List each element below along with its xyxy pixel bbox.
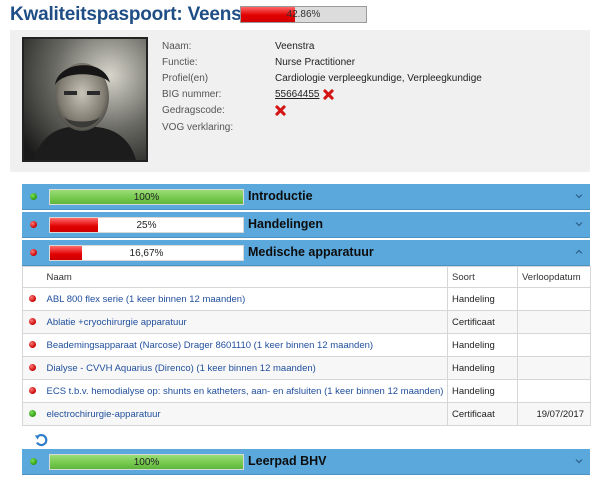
table-row: Beademingsapparaat (Narcose) Drager 8601… xyxy=(22,333,591,357)
table-header-row: Naam Soort Verloopdatum xyxy=(22,266,591,288)
section-progress-bar: 16,67% xyxy=(49,245,244,261)
row-type: Handeling xyxy=(447,333,518,357)
field-functie-value: Nurse Practitioner xyxy=(275,57,356,68)
status-dot-red xyxy=(29,386,37,394)
profile-card: Naam: Veenstra Functie: Nurse Practition… xyxy=(10,30,590,172)
row-type: Certificaat xyxy=(447,402,518,426)
row-status xyxy=(22,356,43,380)
x-mark-icon xyxy=(275,105,286,116)
section-progress-bar: 100% xyxy=(49,189,244,205)
apparatuur-table: Naam Soort Verloopdatum ABL 800 flex ser… xyxy=(22,266,591,426)
row-date xyxy=(517,310,591,334)
row-name-link[interactable]: electrochirurgie-apparatuur xyxy=(42,402,448,426)
row-date xyxy=(517,356,591,380)
field-big-nummer-value-wrap: 55664455 xyxy=(275,89,334,100)
field-profiel-value: Cardiologie verpleegkundige, Verpleegkun… xyxy=(275,73,482,84)
field-profiel-label: Profiel(en) xyxy=(162,73,209,84)
avatar-photo-icon xyxy=(24,39,146,160)
row-name-link[interactable]: Ablatie +cryochirurgie apparatuur xyxy=(42,310,448,334)
row-name-link[interactable]: Beademingsapparaat (Narcose) Drager 8601… xyxy=(42,333,448,357)
column-header-naam[interactable]: Naam xyxy=(42,266,448,288)
status-dot-red xyxy=(29,317,37,325)
section-title: Leerpad BHV xyxy=(248,454,327,468)
chevron-up-icon[interactable] xyxy=(575,248,583,256)
avatar xyxy=(22,37,148,162)
status-dot-green xyxy=(30,458,37,465)
status-dot-red xyxy=(29,340,37,348)
page-title: Kwaliteitspaspoort: Veenstra xyxy=(10,4,266,25)
row-status xyxy=(22,379,43,403)
status-dot-red xyxy=(29,294,37,302)
row-name-link[interactable]: Dialyse - CVVH Aquarius (Direnco) (1 kee… xyxy=(42,356,448,380)
column-header-verloopdatum[interactable]: Verloopdatum xyxy=(517,266,591,288)
section-medische-apparatuur[interactable]: 16,67% Medische apparatuur xyxy=(22,240,590,266)
x-mark-icon xyxy=(323,89,334,100)
row-name-link[interactable]: ECS t.b.v. hemodialyse op: shunts en kat… xyxy=(42,379,448,403)
row-status xyxy=(22,310,43,334)
section-handelingen[interactable]: 25% Handelingen xyxy=(22,212,590,238)
field-functie-label: Functie: xyxy=(162,57,198,68)
section-progress-bar: 100% xyxy=(49,454,244,470)
status-dot-red xyxy=(30,221,37,228)
section-title: Introductie xyxy=(248,189,313,203)
overall-progress-bar: 42.86% xyxy=(240,6,367,23)
section-progress-bar: 25% xyxy=(49,217,244,233)
status-dot-green xyxy=(29,409,37,417)
field-gedragscode-value xyxy=(275,105,286,116)
field-vog-label: VOG verklaring: xyxy=(162,122,234,133)
overall-progress-label: 42.86% xyxy=(286,9,321,20)
row-type: Certificaat xyxy=(447,310,518,334)
row-status xyxy=(22,287,43,311)
section-title: Medische apparatuur xyxy=(248,245,374,259)
table-row: Dialyse - CVVH Aquarius (Direnco) (1 kee… xyxy=(22,356,591,380)
chevron-down-icon[interactable] xyxy=(575,220,583,228)
field-naam-value: Veenstra xyxy=(275,41,315,52)
section-title: Handelingen xyxy=(248,217,324,231)
row-type: Handeling xyxy=(447,287,518,311)
header-status xyxy=(22,266,43,288)
field-gedragscode-label: Gedragscode: xyxy=(162,105,225,116)
big-nummer-link[interactable]: 55664455 xyxy=(275,89,320,100)
row-date xyxy=(517,287,591,311)
row-type: Handeling xyxy=(447,379,518,403)
chevron-down-icon[interactable] xyxy=(575,457,583,465)
table-row: Ablatie +cryochirurgie apparatuur Certif… xyxy=(22,310,591,334)
row-date: 19/07/2017 xyxy=(517,402,591,426)
row-date xyxy=(517,333,591,357)
chevron-down-icon[interactable] xyxy=(575,192,583,200)
section-progress-label: 100% xyxy=(133,457,160,468)
row-type: Handeling xyxy=(447,356,518,380)
section-introductie[interactable]: 100% Introductie xyxy=(22,184,590,210)
table-row: electrochirurgie-apparatuur Certificaat … xyxy=(22,402,591,426)
section-leerpad-bhv[interactable]: 100% Leerpad BHV xyxy=(22,449,590,475)
section-progress-label: 25% xyxy=(136,220,157,231)
row-status xyxy=(22,333,43,357)
section-progress-label: 100% xyxy=(133,192,160,203)
field-naam-label: Naam: xyxy=(162,41,192,52)
refresh-icon[interactable] xyxy=(34,433,48,447)
section-progress-label: 16,67% xyxy=(129,248,164,259)
status-dot-red xyxy=(29,363,37,371)
table-row: ABL 800 flex serie (1 keer binnen 12 maa… xyxy=(22,287,591,311)
field-big-nummer-label: BIG nummer: xyxy=(162,89,222,100)
row-status xyxy=(22,402,43,426)
column-header-soort[interactable]: Soort xyxy=(447,266,518,288)
status-dot-red xyxy=(30,249,37,256)
table-row: ECS t.b.v. hemodialyse op: shunts en kat… xyxy=(22,379,591,403)
status-dot-green xyxy=(30,193,37,200)
row-name-link[interactable]: ABL 800 flex serie (1 keer binnen 12 maa… xyxy=(42,287,448,311)
row-date xyxy=(517,379,591,403)
